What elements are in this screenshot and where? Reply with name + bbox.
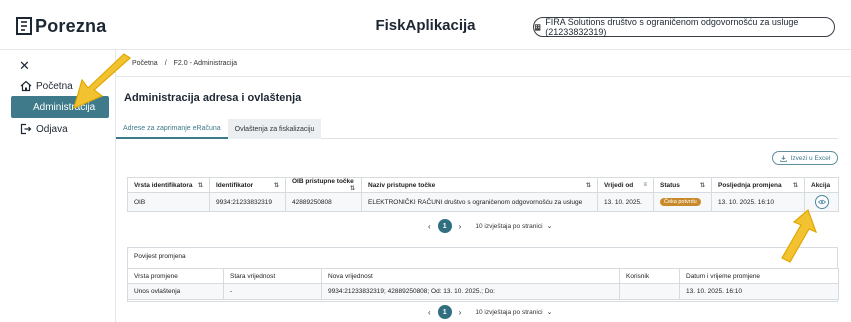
chevron-down-icon[interactable]: ⌄	[547, 308, 553, 316]
addresses-table: Vrsta identifikatora ⇅ Identifikator ⇅ OIB…	[127, 177, 839, 212]
logo-text: Porezna	[35, 15, 107, 36]
sidebar-item-label: Odjava	[36, 123, 68, 135]
cell-naziv-pt: ELEKTRONIČKI RAČUNI društvo s ograničeno…	[361, 192, 598, 212]
cell-vrsta-promjene: Unos ovlaštenja	[127, 283, 224, 300]
porezna-logo-icon	[16, 17, 32, 35]
column-header: Datum i vrijeme promjene	[679, 268, 839, 284]
breadcrumb-current: F2.0 - Administracija	[173, 59, 238, 67]
column-header: Korisnik	[619, 268, 680, 284]
column-header[interactable]: Vrsta identifikatora ⇅	[127, 177, 210, 193]
home-icon	[20, 80, 32, 92]
export-label: Izvezi u Excel	[790, 154, 831, 162]
pagination: ‹ 1 › 10 izvještaja po stranici ⌄	[421, 219, 552, 233]
breadcrumb: Početna / F2.0 - Administracija	[116, 50, 851, 77]
sort-icon: ⇅	[792, 182, 798, 189]
sort-icon: ⇅	[585, 182, 591, 189]
cell-akcija	[804, 192, 839, 212]
column-header[interactable]: Naziv pristupne točke ⇅	[361, 177, 598, 193]
sidebar-item-label: Početna	[36, 80, 73, 92]
cell-datum: 13. 10. 2025. 16:10	[679, 283, 839, 300]
cell-identifikator: 9934:21233832319	[209, 192, 286, 212]
export-excel-button[interactable]: Izvezi u Excel	[772, 151, 838, 165]
sort-icon: ⇅	[273, 182, 279, 189]
column-header[interactable]: Identifikator ⇅	[209, 177, 286, 193]
sidebar-item-administracija[interactable]: Administracija	[11, 96, 109, 118]
porezna-logo[interactable]: Porezna	[16, 15, 106, 37]
column-header: Stara vrijednost	[223, 268, 322, 284]
app-header: Porezna FiskAplikacija FIRA Solutions dr…	[0, 0, 851, 50]
download-icon	[779, 154, 787, 162]
per-page-select[interactable]: 10 izvještaja po stranici	[475, 309, 542, 316]
tab-bar: Adrese za zaprimanje eRačuna Ovlaštenja …	[116, 119, 838, 139]
tab-ovlastenja[interactable]: Ovlaštenja za fiskalizaciju	[227, 119, 322, 139]
close-icon[interactable]: ✕	[19, 59, 30, 72]
tab-adrese[interactable]: Adrese za zaprimanje eRačuna	[116, 119, 228, 139]
sort-icon: ⇅	[349, 186, 355, 192]
sidebar-item-label: Administracija	[33, 101, 96, 113]
cell-posljednja: 13. 10. 2025. 16:10	[711, 192, 805, 212]
cell-oib-pt: 42889250808	[285, 192, 362, 212]
table-header-row: Vrsta identifikatora ⇅ Identifikator ⇅ OIB…	[127, 177, 839, 193]
cell-status: Čeka potvrdu	[653, 192, 712, 212]
history-table: Vrsta promjene Stara vrijednost Nova vri…	[127, 268, 839, 300]
chevron-right-icon[interactable]: ›	[459, 308, 462, 317]
sidebar-item-odjava[interactable]: Odjava	[11, 118, 109, 140]
chevron-down-icon[interactable]: ⌄	[547, 222, 553, 230]
chevron-right-icon[interactable]: ›	[459, 222, 462, 231]
history-title: Povijest promjena	[134, 253, 186, 260]
column-header[interactable]: Posljednja promjena ⇅	[711, 177, 805, 193]
column-header: Vrsta promjene	[127, 268, 224, 284]
building-icon	[534, 24, 541, 31]
chevron-left-icon[interactable]: ‹	[428, 308, 431, 317]
cell-nova: 9934:21233832319; 42889250808; Od: 13. 1…	[321, 283, 620, 300]
history-pagination: ‹ 1 › 10 izvještaja po stranici ⌄	[421, 305, 552, 319]
sort-icon: ⇅	[197, 182, 203, 189]
cell-stara: -	[223, 283, 322, 300]
table-row: Unos ovlaštenja - 9934:21233832319; 4288…	[127, 283, 839, 300]
page-title: Administracija adresa i ovlaštenja	[124, 92, 302, 104]
company-name: FIRA Solutions društvo s ograničenom odg…	[545, 17, 799, 37]
logout-icon	[20, 123, 32, 135]
column-header[interactable]: Vrijedi od ≡	[597, 177, 654, 193]
cell-vrsta: OIB	[127, 192, 210, 212]
table-header-row: Vrsta promjene Stara vrijednost Nova vri…	[127, 268, 839, 284]
page-button-current[interactable]: 1	[437, 305, 452, 319]
sort-icon: ⇅	[699, 182, 705, 189]
table-row: OIB 9934:21233832319 42889250808 ELEKTRO…	[127, 192, 839, 212]
sidebar-item-pocetna[interactable]: Početna	[11, 75, 109, 97]
view-button[interactable]	[814, 195, 829, 209]
page-button-current[interactable]: 1	[437, 219, 452, 233]
column-header[interactable]: Status ⇅	[653, 177, 712, 193]
cell-korisnik	[619, 283, 680, 300]
eye-icon	[817, 199, 826, 205]
column-header[interactable]: OIB pristupne točke ⇅	[285, 177, 362, 193]
status-badge: Čeka potvrdu	[660, 198, 701, 206]
breadcrumb-separator: /	[164, 59, 167, 67]
chevron-left-icon[interactable]: ‹	[428, 222, 431, 231]
filter-icon: ≡	[643, 181, 647, 188]
per-page-select[interactable]: 10 izvještaja po stranici	[475, 223, 542, 230]
company-selector-button[interactable]: FIRA Solutions društvo s ograničenom odg…	[533, 17, 835, 37]
column-header: Nova vrijednost	[321, 268, 620, 284]
cell-vrijedi-od: 13. 10. 2025.	[597, 192, 654, 212]
column-header: Akcija	[804, 177, 839, 193]
breadcrumb-home-link[interactable]: Početna	[132, 60, 158, 67]
